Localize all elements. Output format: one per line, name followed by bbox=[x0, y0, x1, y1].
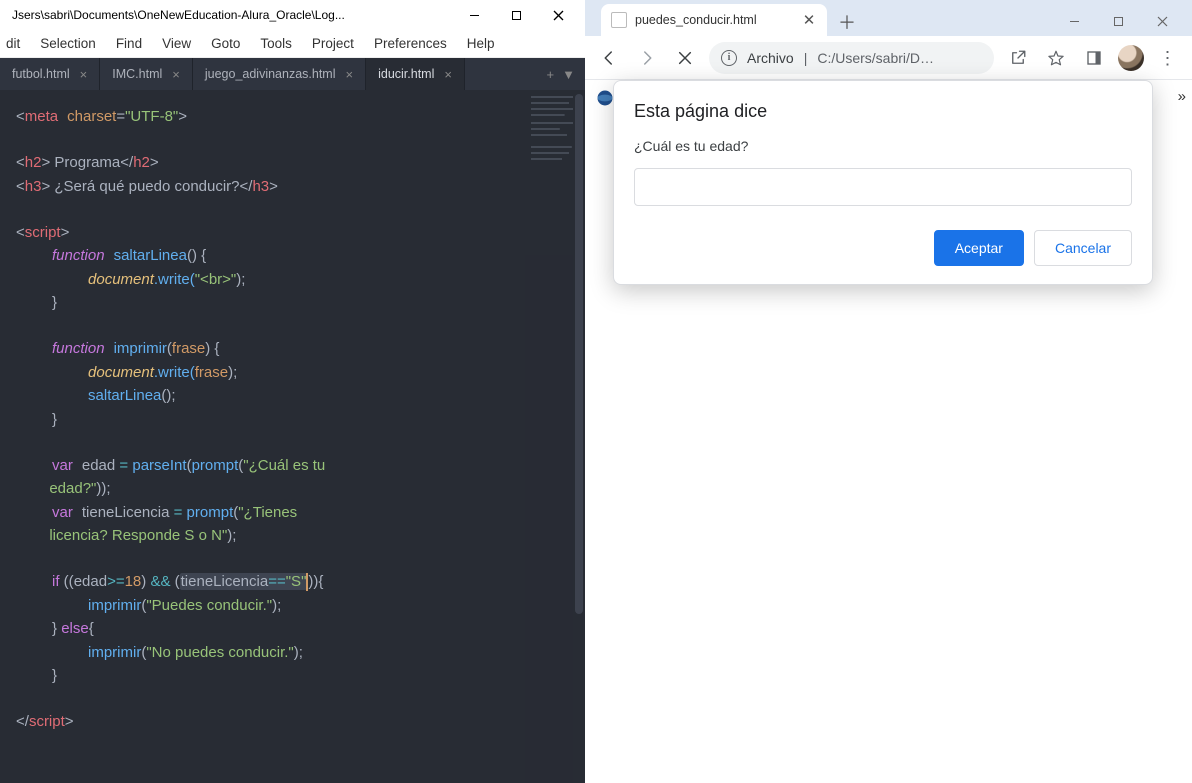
tab-close-icon[interactable]: × bbox=[172, 67, 180, 82]
tab-conducir[interactable]: iducir.html × bbox=[366, 58, 465, 90]
dialog-title: Esta página dice bbox=[634, 101, 1132, 122]
minimize-icon[interactable] bbox=[467, 8, 481, 22]
maximize-icon[interactable] bbox=[1096, 6, 1140, 36]
sublime-editor-window: Jsers\sabri\Documents\OneNewEducation-Al… bbox=[0, 0, 585, 783]
browser-tab-title: puedes_conducir.html bbox=[635, 13, 793, 27]
tab-close-icon[interactable]: × bbox=[444, 67, 452, 82]
js-prompt-dialog: Esta página dice ¿Cuál es tu edad? Acept… bbox=[613, 80, 1153, 285]
browser-viewport: » Esta página dice ¿Cuál es tu edad? Ace… bbox=[585, 80, 1192, 783]
share-icon[interactable] bbox=[1004, 44, 1032, 72]
tab-juego[interactable]: juego_adivinanzas.html × bbox=[193, 58, 366, 90]
menu-help[interactable]: Help bbox=[467, 36, 495, 51]
tab-label: iducir.html bbox=[378, 67, 434, 81]
editor-titlebar: Jsers\sabri\Documents\OneNewEducation-Al… bbox=[0, 0, 585, 30]
tab-label: juego_adivinanzas.html bbox=[205, 67, 336, 81]
dialog-button-row: Aceptar Cancelar bbox=[634, 230, 1132, 266]
close-icon[interactable] bbox=[1140, 6, 1184, 36]
tab-overflow: + ▼ bbox=[537, 58, 585, 90]
stop-reload-button[interactable] bbox=[671, 44, 699, 72]
menu-tools[interactable]: Tools bbox=[260, 36, 292, 51]
forward-button[interactable] bbox=[633, 44, 661, 72]
tab-futbol[interactable]: futbol.html × bbox=[0, 58, 100, 90]
chrome-tab-strip: puedes_conducir.html ✕ ＋ bbox=[585, 0, 1192, 36]
editor-window-controls bbox=[467, 8, 577, 22]
code-area[interactable]: <meta charset="UTF-8"> <h2> Programa</h2… bbox=[0, 90, 525, 783]
address-source-label: Archivo bbox=[747, 50, 794, 66]
dialog-input[interactable] bbox=[634, 168, 1132, 206]
editor-scrollbar[interactable] bbox=[573, 90, 585, 783]
menu-selection[interactable]: Selection bbox=[40, 36, 96, 51]
dialog-message: ¿Cuál es tu edad? bbox=[634, 138, 1132, 154]
bookmarks-bar-icon[interactable] bbox=[595, 88, 615, 108]
menu-goto[interactable]: Goto bbox=[211, 36, 240, 51]
address-bar[interactable]: i Archivo | C:/Users/sabri/D… bbox=[709, 42, 994, 74]
site-info-icon[interactable]: i bbox=[721, 50, 737, 66]
bookmarks-overflow-icon[interactable]: » bbox=[1178, 88, 1186, 105]
menu-project[interactable]: Project bbox=[312, 36, 354, 51]
browser-tab[interactable]: puedes_conducir.html ✕ bbox=[601, 4, 827, 36]
chrome-browser-window: puedes_conducir.html ✕ ＋ i Archivo | C:/… bbox=[585, 0, 1192, 783]
browser-toolbar: i Archivo | C:/Users/sabri/D… ⋮ bbox=[585, 36, 1192, 80]
bookmark-star-icon[interactable] bbox=[1042, 44, 1070, 72]
tab-close-icon[interactable]: ✕ bbox=[801, 12, 817, 28]
menu-view[interactable]: View bbox=[162, 36, 191, 51]
address-separator: | bbox=[804, 50, 808, 66]
menu-dots-icon[interactable]: ⋮ bbox=[1154, 44, 1182, 72]
favicon-icon bbox=[611, 12, 627, 28]
tab-label: futbol.html bbox=[12, 67, 70, 81]
editor-body: <meta charset="UTF-8"> <h2> Programa</h2… bbox=[0, 90, 585, 783]
menu-preferences[interactable]: Preferences bbox=[374, 36, 447, 51]
address-path: C:/Users/sabri/D… bbox=[817, 50, 982, 66]
menu-find[interactable]: Find bbox=[116, 36, 142, 51]
tab-close-icon[interactable]: × bbox=[80, 67, 88, 82]
back-button[interactable] bbox=[595, 44, 623, 72]
tab-dropdown-icon[interactable]: ▼ bbox=[562, 67, 575, 82]
minimize-icon[interactable] bbox=[1052, 6, 1096, 36]
profile-avatar[interactable] bbox=[1118, 45, 1144, 71]
menu-edit[interactable]: dit bbox=[6, 36, 20, 51]
tab-close-icon[interactable]: × bbox=[346, 67, 354, 82]
browser-window-controls bbox=[1052, 6, 1184, 36]
tab-label: IMC.html bbox=[112, 67, 162, 81]
maximize-icon[interactable] bbox=[509, 8, 523, 22]
editor-title-path: Jsers\sabri\Documents\OneNewEducation-Al… bbox=[8, 8, 467, 22]
new-tab-icon[interactable]: + bbox=[547, 67, 555, 82]
reading-list-icon[interactable] bbox=[1080, 44, 1108, 72]
editor-file-tabs: futbol.html × IMC.html × juego_adivinanz… bbox=[0, 58, 585, 90]
tab-imc[interactable]: IMC.html × bbox=[100, 58, 193, 90]
new-tab-button[interactable]: ＋ bbox=[833, 8, 861, 36]
close-icon[interactable] bbox=[551, 8, 565, 22]
dialog-accept-button[interactable]: Aceptar bbox=[934, 230, 1024, 266]
editor-menu-bar: dit Selection Find View Goto Tools Proje… bbox=[0, 30, 585, 58]
dialog-cancel-button[interactable]: Cancelar bbox=[1034, 230, 1132, 266]
